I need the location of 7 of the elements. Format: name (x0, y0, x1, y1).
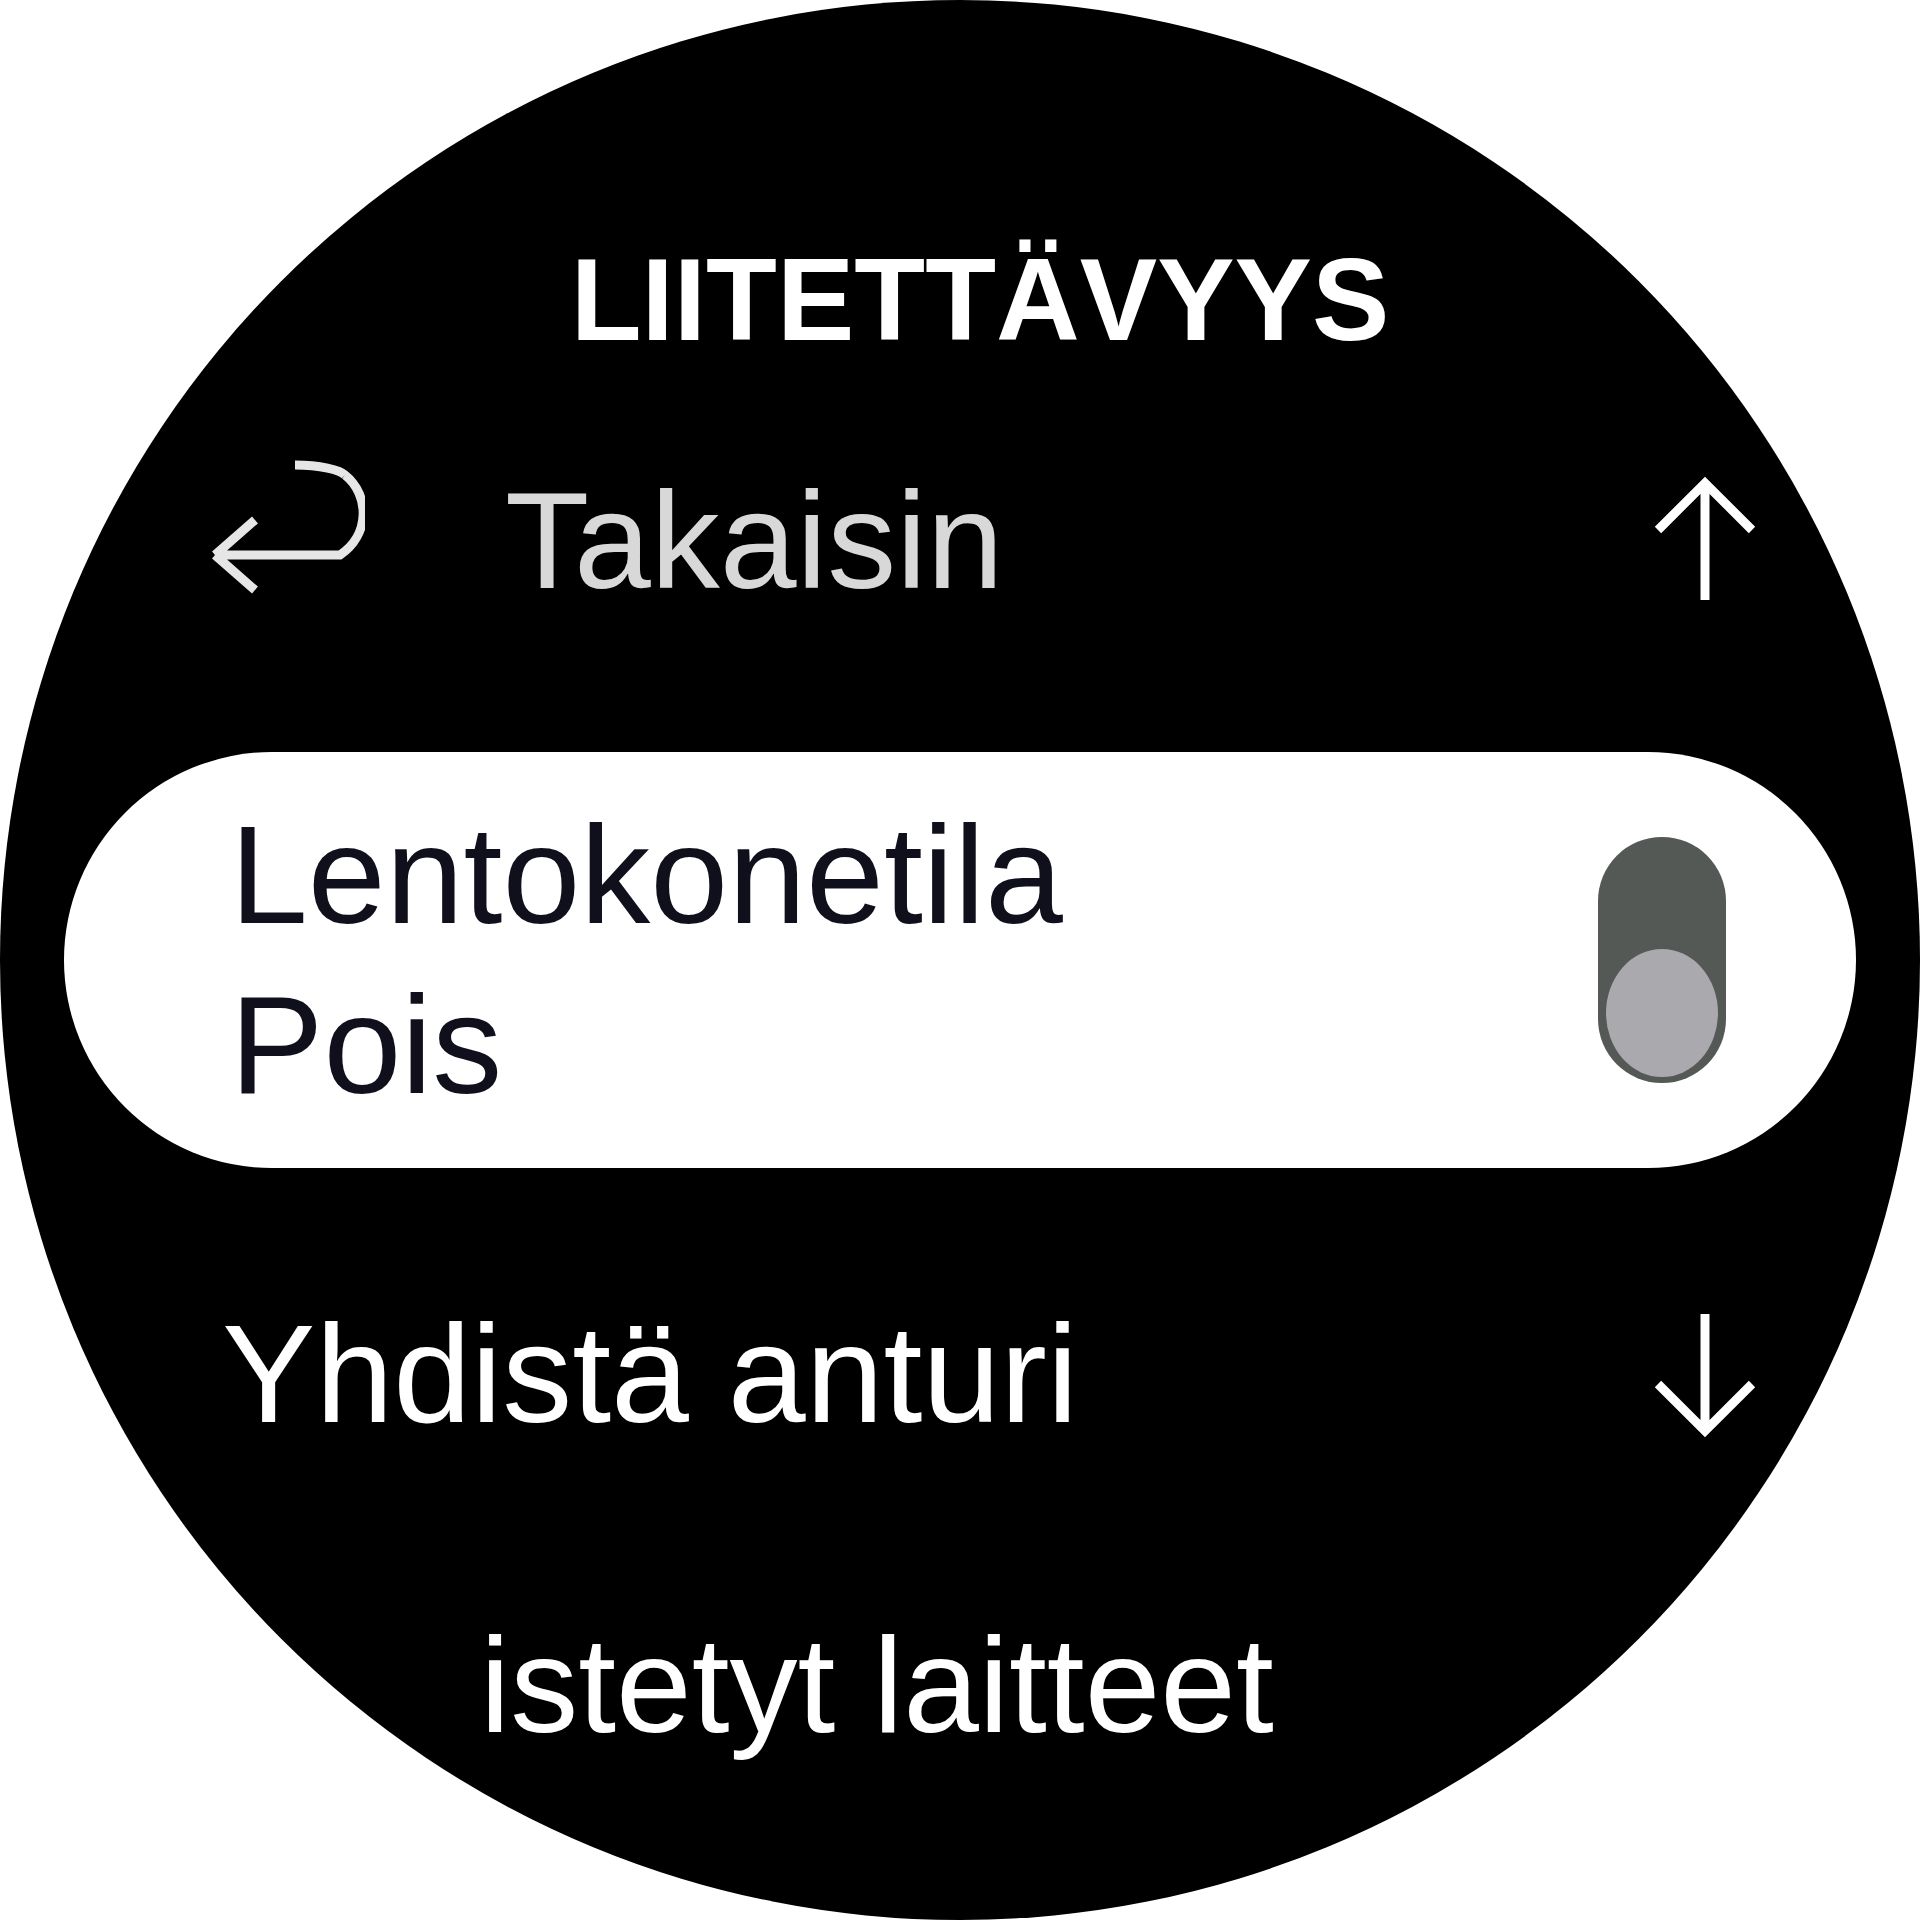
menu-item[interactable]: istetyt laitteet (480, 1609, 1274, 1761)
screen-title: LIITETTÄVYYS (569, 234, 1390, 367)
setting-value: Pois (230, 965, 504, 1125)
airplane-mode-item[interactable]: Lentokonetila Pois (64, 752, 1856, 1168)
back-label[interactable]: Takaisin (505, 460, 1004, 620)
menu-item[interactable]: Yhdistä anturi (222, 1293, 1079, 1455)
setting-label: Lentokonetila (230, 795, 1063, 955)
